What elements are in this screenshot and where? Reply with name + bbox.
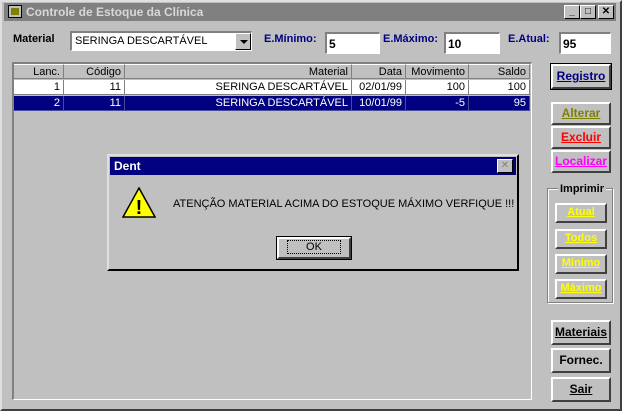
- col-header-codigo[interactable]: Código: [64, 64, 125, 79]
- min-label: E.Mínimo:: [264, 33, 317, 45]
- cell-material: SERINGA DESCARTÁVEL: [125, 80, 352, 95]
- cell-lanc: 2: [14, 96, 64, 111]
- max-label: E.Máximo:: [383, 33, 439, 45]
- localizar-button[interactable]: Localizar: [551, 150, 611, 173]
- material-combo-value: SERINGA DESCARTÁVEL: [75, 35, 208, 47]
- col-header-saldo[interactable]: Saldo: [469, 64, 530, 79]
- col-header-movimento[interactable]: Movimento: [406, 64, 469, 79]
- app-icon[interactable]: [8, 5, 22, 18]
- col-header-material[interactable]: Material: [125, 64, 352, 79]
- print-todos-button[interactable]: Todos: [555, 229, 607, 249]
- cell-material: SERINGA DESCARTÁVEL: [125, 96, 352, 111]
- col-header-lanc[interactable]: Lanc.: [14, 64, 64, 79]
- dialog-title: Dent: [114, 159, 141, 173]
- cell-movimento: 100: [406, 80, 469, 95]
- fornec-button[interactable]: Fornec.: [551, 348, 611, 373]
- warning-icon: !: [122, 187, 156, 219]
- registro-button[interactable]: Registro: [550, 63, 612, 90]
- ok-button[interactable]: OK: [276, 236, 352, 260]
- window-title: Controle de Estoque da Clínica: [26, 5, 204, 19]
- min-field[interactable]: 5: [325, 32, 380, 54]
- materiais-button[interactable]: Materiais: [551, 320, 611, 345]
- maximize-button[interactable]: □: [580, 5, 596, 19]
- max-field[interactable]: 10: [444, 32, 500, 54]
- print-atual-button[interactable]: Atual: [555, 203, 607, 223]
- cell-saldo: 100: [469, 80, 530, 95]
- dialog-message: ATENÇÃO MATERIAL ACIMA DO ESTOQUE MÁXIMO…: [173, 198, 515, 210]
- atual-label: E.Atual:: [508, 33, 550, 45]
- col-header-data[interactable]: Data: [352, 64, 406, 79]
- ok-button-label: OK: [287, 240, 341, 254]
- imprimir-group-title: Imprimir: [558, 183, 607, 195]
- material-label: Material: [13, 33, 55, 45]
- warning-dialog: Dent ✕ ! ATENÇÃO MATERIAL ACIMA DO ESTOQ…: [107, 154, 519, 271]
- close-button[interactable]: ✕: [598, 5, 614, 19]
- title-bar[interactable]: Controle de Estoque da Clínica _ □ ✕: [4, 3, 616, 21]
- warning-icon-glyph: !: [136, 197, 143, 219]
- atual-field[interactable]: 95: [559, 32, 611, 54]
- alterar-button[interactable]: Alterar: [551, 102, 611, 125]
- sair-button[interactable]: Sair: [551, 377, 611, 402]
- cell-data: 02/01/99: [352, 80, 406, 95]
- material-combo[interactable]: SERINGA DESCARTÁVEL: [70, 31, 252, 51]
- dialog-title-bar[interactable]: Dent ✕: [110, 157, 516, 175]
- cell-codigo: 11: [64, 80, 125, 95]
- cell-movimento: -5: [406, 96, 469, 111]
- print-minimo-button[interactable]: Mínimo: [555, 254, 607, 274]
- print-maximo-button[interactable]: Máximo: [555, 279, 607, 299]
- cell-codigo: 11: [64, 96, 125, 111]
- cell-lanc: 1: [14, 80, 64, 95]
- cell-saldo: 95: [469, 96, 530, 111]
- chevron-down-icon[interactable]: [235, 33, 251, 50]
- minimize-button[interactable]: _: [564, 5, 580, 19]
- cell-data: 10/01/99: [352, 96, 406, 111]
- excluir-button[interactable]: Excluir: [551, 126, 611, 149]
- dialog-close-button[interactable]: ✕: [497, 159, 513, 173]
